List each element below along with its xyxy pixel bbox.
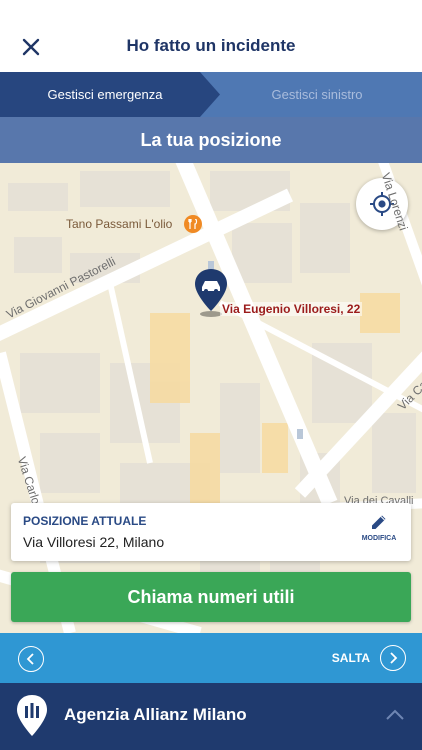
skip-button[interactable]: SALTA bbox=[332, 645, 406, 671]
pencil-icon bbox=[372, 515, 386, 529]
skip-label: SALTA bbox=[331, 651, 370, 665]
pin-address-label: Via Eugenio Villoresi, 22 bbox=[220, 302, 363, 316]
chevron-left-icon bbox=[26, 653, 34, 665]
map-background bbox=[0, 163, 422, 633]
chevron-right-icon bbox=[380, 645, 406, 671]
allianz-pin-icon bbox=[17, 695, 47, 736]
back-button[interactable] bbox=[18, 646, 44, 672]
position-label: POSIZIONE ATTUALE bbox=[23, 514, 147, 528]
step-manage-emergency: Gestisci emergenza bbox=[47, 87, 163, 102]
poi-label: Tano Passami L'olio bbox=[66, 217, 173, 231]
edit-label: MODIFICA bbox=[361, 535, 397, 542]
map-view[interactable]: Tano Passami L'olio Via Giovanni Pastore… bbox=[0, 163, 422, 633]
chevron-up-icon[interactable] bbox=[386, 709, 404, 721]
position-value: Via Villoresi 22, Milano bbox=[23, 534, 165, 550]
agency-name: Agenzia Allianz Milano bbox=[64, 705, 247, 724]
edit-position-button[interactable]: MODIFICA bbox=[357, 513, 401, 553]
agency-panel[interactable]: Agenzia Allianz Milano bbox=[0, 683, 422, 750]
page-title: Ho fatto un incidente bbox=[126, 36, 296, 55]
restaurant-icon bbox=[184, 215, 202, 233]
current-position-card: POSIZIONE ATTUALE Via Villoresi 22, Mila… bbox=[11, 503, 411, 561]
section-title: La tua posizione bbox=[140, 130, 282, 150]
step-navigation-bar: SALTA bbox=[0, 633, 422, 683]
step-progress-bar: Gestisci emergenza Gestisci sinistro bbox=[0, 72, 422, 117]
app-header: Ho fatto un incidente bbox=[0, 0, 422, 72]
section-header: La tua posizione bbox=[0, 117, 422, 163]
step-manage-claim: Gestisci sinistro bbox=[271, 87, 363, 102]
call-useful-numbers-button[interactable]: Chiama numeri utili bbox=[11, 572, 411, 622]
